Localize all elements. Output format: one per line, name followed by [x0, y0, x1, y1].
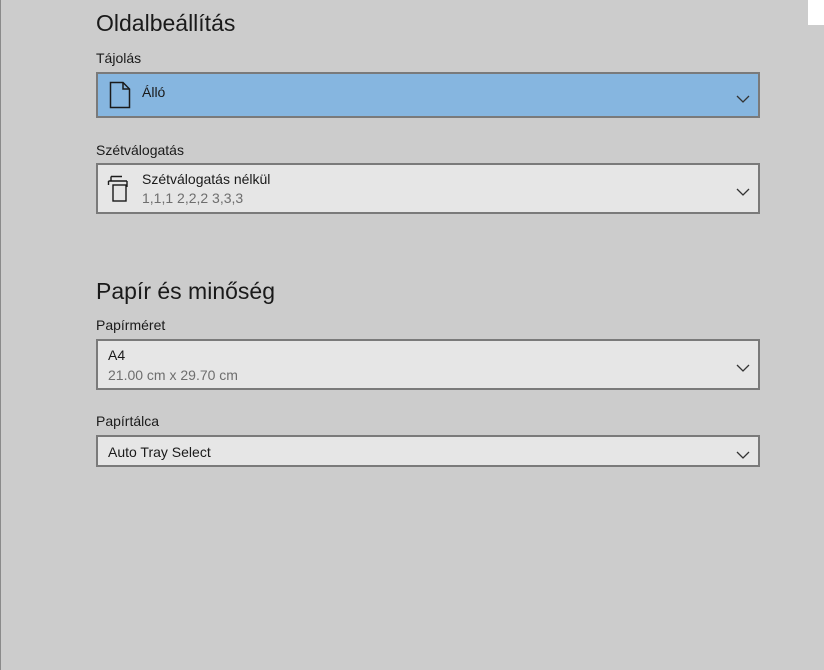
- paper-size-detail: 21.00 cm x 29.70 cm: [108, 367, 238, 383]
- orientation-value: Álló: [142, 84, 166, 100]
- chevron-down-icon: [736, 184, 750, 196]
- page-setup-heading: Oldalbeállítás: [96, 10, 236, 36]
- paper-size-label: Papírméret: [96, 317, 166, 333]
- paper-quality-heading: Papír és minőség: [96, 278, 275, 304]
- collation-value: Szétválogatás nélkül: [142, 171, 271, 187]
- paper-tray-label: Papírtálca: [96, 413, 160, 429]
- paper-tray-value: Auto Tray Select: [108, 444, 211, 460]
- collation-dropdown[interactable]: Szétválogatás nélkül 1,1,1 2,2,2 3,3,3: [96, 163, 760, 214]
- paper-size-value: A4: [108, 347, 126, 363]
- paper-size-dropdown[interactable]: A4 21.00 cm x 29.70 cm: [96, 339, 760, 390]
- uncollated-pages-icon: [107, 175, 131, 203]
- portrait-page-icon: [109, 81, 133, 109]
- paper-tray-dropdown[interactable]: Auto Tray Select: [96, 435, 760, 467]
- print-settings-panel: Oldalbeállítás Tájolás Álló Szétválogatá…: [0, 0, 824, 670]
- orientation-label: Tájolás: [96, 50, 142, 66]
- collation-label: Szétválogatás: [96, 142, 184, 158]
- window-corner: [808, 0, 824, 25]
- chevron-down-icon: [736, 447, 750, 459]
- chevron-down-icon: [736, 360, 750, 372]
- chevron-down-icon: [736, 91, 750, 103]
- collation-detail: 1,1,1 2,2,2 3,3,3: [142, 190, 244, 206]
- orientation-dropdown[interactable]: Álló: [96, 72, 760, 118]
